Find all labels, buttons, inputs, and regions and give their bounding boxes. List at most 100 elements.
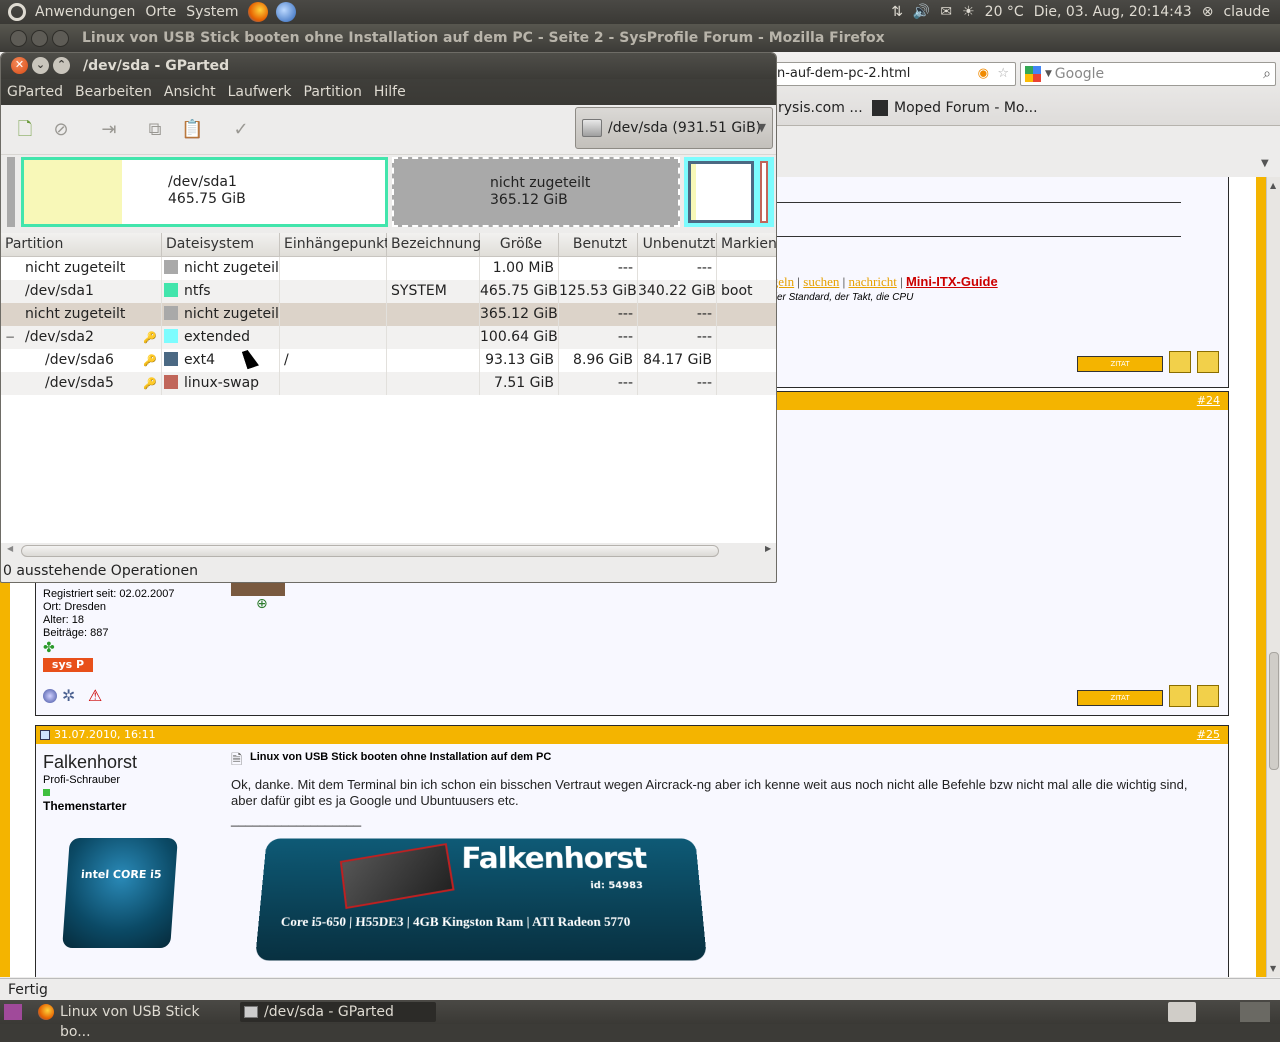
bookmark-moped[interactable]: Moped Forum - Mo... xyxy=(872,100,1038,116)
thunderbird-launcher-icon[interactable] xyxy=(275,2,296,22)
task-gparted[interactable]: /dev/sda - GParted xyxy=(240,1002,436,1022)
ff-minimize-icon[interactable] xyxy=(31,30,48,47)
ff-maximize-icon[interactable] xyxy=(52,30,69,47)
menu-system[interactable]: System xyxy=(181,4,243,20)
google-engine-icon[interactable] xyxy=(1025,66,1041,82)
col-filesystem[interactable]: Dateisystem xyxy=(162,233,280,257)
volume-icon[interactable]: 🔊 xyxy=(913,4,930,20)
diskmap-sda6[interactable] xyxy=(688,161,754,223)
menu-bearbeiten[interactable]: Bearbeiten xyxy=(69,84,158,100)
delete-icon[interactable]: ⊘ xyxy=(50,119,72,141)
hscroll-thumb[interactable] xyxy=(21,545,719,557)
scroll-down-icon[interactable]: ▼ xyxy=(1270,964,1276,973)
scroll-left-icon[interactable]: ◀ xyxy=(7,544,13,553)
rss-icon[interactable]: ◉ xyxy=(978,63,989,85)
bookmark-star-icon[interactable]: ☆ xyxy=(997,63,1009,85)
workspace-switcher[interactable] xyxy=(1168,1002,1196,1022)
quote-button[interactable]: ZITAT xyxy=(1077,690,1163,706)
cell-mount xyxy=(280,280,387,303)
online-status-icon[interactable] xyxy=(43,689,57,703)
clover-icon: ✤ xyxy=(43,640,55,656)
gp-maximize-icon[interactable]: ⌃ xyxy=(53,57,70,74)
cell-used: 8.96 GiB xyxy=(559,349,638,372)
diskmap-unallocated[interactable]: nicht zugeteilt 365.12 GiB xyxy=(392,157,680,227)
col-partition[interactable]: Partition xyxy=(1,233,162,257)
url-bar[interactable]: n-auf-dem-pc-2.html ◉ ☆ xyxy=(760,62,1016,86)
ubuntu-logo-icon[interactable] xyxy=(8,3,26,21)
bookmarks-overflow-icon[interactable]: ▼ xyxy=(1261,158,1269,169)
multiquote-icon[interactable] xyxy=(1169,685,1191,707)
partition-row[interactable]: −/dev/sda2 🔑 extended 100.64 GiB --- --- xyxy=(1,326,776,349)
scroll-thumb[interactable] xyxy=(1269,652,1279,770)
col-mountpoint[interactable]: Einhängepunkt xyxy=(280,233,390,257)
link-suchen[interactable]: suchen xyxy=(803,274,839,289)
profile-icon[interactable]: ✲ xyxy=(62,686,75,705)
report-warning-icon[interactable]: ⚠ xyxy=(88,686,102,705)
diskmap-sda5[interactable] xyxy=(760,161,768,223)
multiquote-icon[interactable] xyxy=(1169,351,1191,373)
menu-gparted[interactable]: GParted xyxy=(1,84,69,100)
cell-used: --- xyxy=(559,372,638,395)
bookmark-crysis[interactable]: rysis.com ... xyxy=(778,100,863,116)
partition-row[interactable]: /dev/sda6 🔑 ext4/ 93.13 GiB 8.96 GiB 84.17 Gi… xyxy=(1,349,776,372)
menu-laufwerk[interactable]: Laufwerk xyxy=(222,84,298,100)
search-bar[interactable]: ▼ Google ⌕ xyxy=(1020,62,1276,86)
diskmap-sda1[interactable]: /dev/sda1 465.75 GiB xyxy=(21,157,388,227)
collapse-icon[interactable]: − xyxy=(5,326,15,349)
post-24-number[interactable]: #24 xyxy=(1197,392,1224,410)
col-flags[interactable]: Markien xyxy=(717,233,776,257)
col-used[interactable]: Benutzt xyxy=(559,233,638,257)
partition-row[interactable]: /dev/sda1 ntfs SYSTEM 465.75 GiB 125.53 GiB 3… xyxy=(1,280,776,303)
quote-button[interactable]: ZITAT xyxy=(1077,356,1163,372)
scroll-up-icon[interactable]: ▲ xyxy=(1270,181,1276,190)
menu-partition[interactable]: Partition xyxy=(298,84,368,100)
new-partition-icon[interactable]: 🗋 xyxy=(14,119,36,141)
col-unused[interactable]: Unbenutzt xyxy=(638,233,717,257)
link-mini-itx[interactable]: Mini-ITX-Guide xyxy=(906,274,998,289)
menu-hilfe[interactable]: Hilfe xyxy=(368,84,412,100)
device-selector[interactable]: /dev/sda (931.51 GiB) ▼ xyxy=(575,107,773,149)
col-label[interactable]: Bezeichnung xyxy=(387,233,481,257)
page-scrollbar[interactable]: ▲ ▼ xyxy=(1266,177,1280,977)
link-nachricht[interactable]: nachricht xyxy=(848,274,896,289)
user-name[interactable]: claude xyxy=(1223,4,1270,20)
menu-ansicht[interactable]: Ansicht xyxy=(158,84,222,100)
cell-filesystem: extended xyxy=(162,326,280,349)
menu-places[interactable]: Orte xyxy=(140,4,181,20)
partition-row[interactable]: nicht zugeteilt nicht zugeteilt 1.00 MiB --… xyxy=(1,257,776,280)
task-firefox[interactable]: Linux von USB Stick bo... xyxy=(36,1002,232,1040)
gp-close-icon[interactable]: ✕ xyxy=(11,57,28,74)
weather-icon[interactable]: ☀ xyxy=(962,4,975,20)
ff-close-icon[interactable] xyxy=(10,30,27,47)
col-size[interactable]: Größe xyxy=(480,233,559,257)
firefox-launcher-icon[interactable] xyxy=(247,2,268,22)
table-hscrollbar[interactable]: ◀ ▶ xyxy=(7,543,773,559)
temperature-label[interactable]: 20 °C xyxy=(985,4,1024,20)
session-icon[interactable]: ⊗ xyxy=(1202,4,1214,20)
scroll-right-icon[interactable]: ▶ xyxy=(765,544,771,553)
apply-icon[interactable]: ✓ xyxy=(230,119,252,141)
gp-minimize-icon[interactable]: ⌄ xyxy=(32,57,49,74)
clock[interactable]: Die, 03. Aug, 20:14:43 xyxy=(1034,4,1192,20)
partition-row[interactable]: /dev/sda5 🔑 linux-swap 7.51 GiB --- --- xyxy=(1,372,776,395)
show-desktop-icon[interactable] xyxy=(4,1004,22,1020)
mail-icon[interactable]: ✉ xyxy=(940,4,952,20)
diskmap-extended[interactable] xyxy=(684,157,774,227)
edit-post-icon[interactable] xyxy=(1197,685,1219,707)
magnifier-icon[interactable]: ⌕ xyxy=(1263,63,1271,85)
trash-icon[interactable] xyxy=(1240,1002,1270,1022)
harddisk-icon xyxy=(582,119,602,137)
menu-applications[interactable]: Anwendungen xyxy=(30,4,140,20)
resize-move-icon[interactable]: ⇥ xyxy=(98,119,120,141)
post-author[interactable]: Falkenhorst xyxy=(43,752,137,773)
bookmark-favicon-icon xyxy=(872,100,888,116)
partition-row[interactable]: nicht zugeteilt nicht zugeteilt 365.12 GiB… xyxy=(1,303,776,326)
gparted-titlebar: ✕ ⌄ ⌃ /dev/sda - GParted xyxy=(1,53,776,79)
copy-icon[interactable]: ⧉ xyxy=(144,119,166,141)
edit-post-icon[interactable] xyxy=(1197,351,1219,373)
network-icon[interactable]: ⇅ xyxy=(891,4,903,20)
diskmap-unallocated-start[interactable] xyxy=(7,157,15,227)
post-25-number[interactable]: #25 xyxy=(1197,726,1224,744)
paste-icon[interactable]: 📋 xyxy=(181,119,203,141)
key-icon: 🔑 xyxy=(143,377,157,390)
